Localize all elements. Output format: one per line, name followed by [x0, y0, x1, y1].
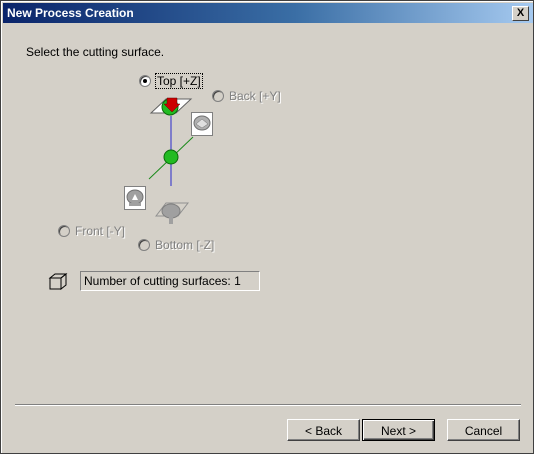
front-view-icon — [126, 189, 144, 206]
front-view-thumbnail — [124, 186, 146, 210]
cube-icon — [48, 272, 68, 291]
cutting-surface-diagram — [148, 97, 194, 224]
option-front-label: Front [-Y] — [75, 224, 126, 238]
option-bottom[interactable]: Bottom [-Z] — [138, 238, 214, 252]
option-back[interactable]: Back [+Y] — [212, 89, 281, 103]
option-top[interactable]: Top [+Z] — [139, 73, 203, 89]
option-front[interactable]: Front [-Y] — [58, 224, 125, 238]
surface-count-field: Number of cutting surfaces: 1 — [80, 271, 260, 291]
next-button[interactable]: Next > — [362, 419, 435, 441]
bottom-sphere-icon — [161, 203, 181, 219]
back-view-icon — [193, 115, 211, 131]
back-view-thumbnail — [191, 112, 213, 136]
radio-back[interactable] — [212, 90, 224, 102]
bottom-separator — [15, 404, 521, 406]
dialog-window: New Process Creation X Select the cuttin… — [0, 0, 534, 454]
radio-front[interactable] — [58, 225, 70, 237]
option-back-label: Back [+Y] — [229, 89, 281, 103]
bottom-stem-icon — [169, 216, 173, 224]
back-button[interactable]: < Back — [287, 419, 360, 441]
cancel-button[interactable]: Cancel — [447, 419, 520, 441]
radio-bottom[interactable] — [138, 239, 150, 251]
option-bottom-label: Bottom [-Z] — [155, 238, 215, 252]
radio-top[interactable] — [139, 75, 151, 87]
option-top-label: Top [+Z] — [155, 73, 203, 89]
origin-sphere-icon — [163, 149, 179, 165]
